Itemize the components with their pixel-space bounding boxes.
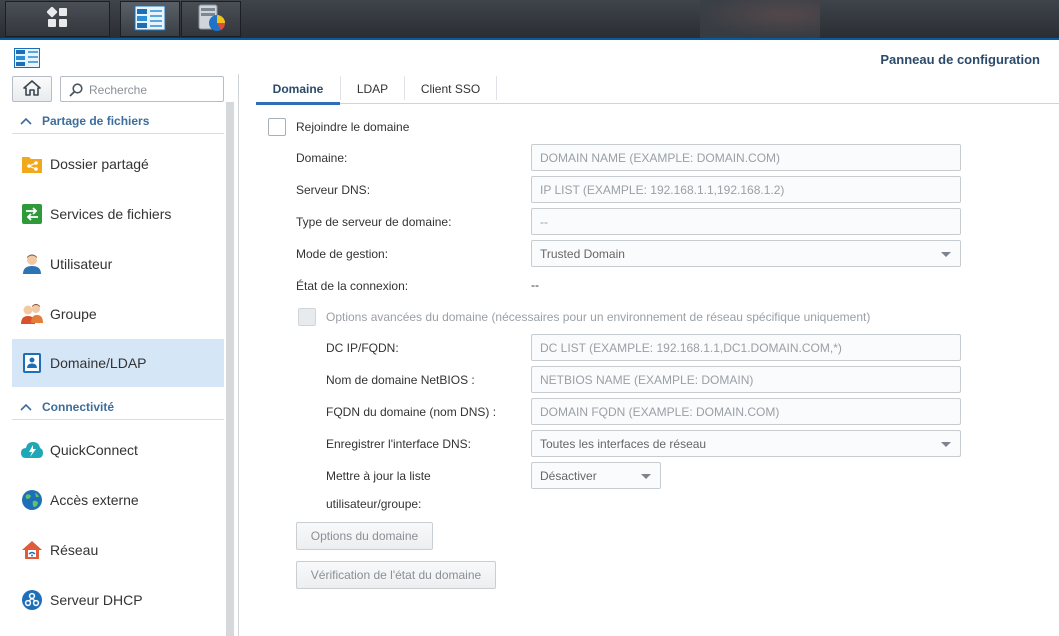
control-panel-icon	[14, 48, 40, 71]
sidebar-item-network[interactable]: Réseau	[12, 526, 224, 574]
sidebar-item-domain-ldap[interactable]: Domaine/LDAP	[12, 339, 224, 387]
search-icon	[69, 83, 83, 100]
chevron-up-icon	[20, 400, 34, 414]
join-domain-checkbox[interactable]	[268, 118, 286, 136]
update-list-label-line1: Mettre à jour la liste	[326, 469, 431, 483]
control-panel-icon	[134, 5, 166, 34]
dc-ip-input[interactable]	[532, 335, 960, 360]
tab-domaine[interactable]: Domaine	[256, 74, 340, 104]
quickconnect-icon	[20, 438, 44, 462]
management-mode-value: Trusted Domain	[540, 247, 625, 261]
home-icon	[23, 79, 41, 99]
dns-interface-label: Enregistrer l'interface DNS:	[326, 437, 472, 451]
sidebar-item-quickconnect[interactable]: QuickConnect	[12, 426, 224, 474]
group-icon	[20, 302, 44, 326]
check-domain-status-button[interactable]: Vérification de l'état du domaine	[296, 561, 496, 589]
sidebar-item-group[interactable]: Groupe	[12, 290, 224, 338]
taskbar-storage-manager-button[interactable]	[181, 1, 241, 37]
domain-server-type-label: Type de serveur de domaine:	[296, 215, 452, 229]
sidebar-item-dhcp-server[interactable]: Serveur DHCP	[12, 576, 224, 624]
connection-state-value: --	[531, 278, 539, 292]
domain-server-type-field: --	[531, 208, 961, 235]
window-title: Panneau de configuration	[880, 52, 1040, 67]
update-list-value: Désactiver	[540, 469, 597, 483]
netbios-field[interactable]	[531, 366, 961, 393]
sidebar-item-label: Utilisateur	[50, 256, 113, 272]
taskbar-control-panel-button[interactable]	[120, 1, 180, 37]
user-icon	[20, 252, 44, 276]
sidebar-scrollbar[interactable]	[226, 102, 234, 636]
netbios-input[interactable]	[532, 367, 960, 392]
network-icon	[20, 538, 44, 562]
chevron-down-icon	[941, 252, 951, 257]
category-file-sharing[interactable]: Partage de fichiers	[12, 108, 224, 134]
sidebar-item-label: Serveur DHCP	[50, 592, 143, 608]
fqdn-field[interactable]	[531, 398, 961, 425]
advanced-options-label: Options avancées du domaine (nécessaires…	[326, 310, 871, 324]
sidebar: Partage de fichiers Dossier partagé Serv…	[0, 74, 238, 636]
dns-server-field[interactable]	[531, 176, 961, 203]
chevron-down-icon	[641, 474, 651, 479]
taskbar	[0, 0, 1059, 40]
category-label: Partage de fichiers	[42, 113, 150, 128]
management-mode-label: Mode de gestion:	[296, 247, 389, 261]
external-access-icon	[20, 488, 44, 512]
sidebar-item-label: QuickConnect	[50, 442, 138, 458]
category-connectivity[interactable]: Connectivité	[12, 394, 224, 420]
dns-interface-value: Toutes les interfaces de réseau	[540, 437, 707, 451]
tab-separator	[496, 76, 497, 100]
category-label: Connectivité	[42, 399, 115, 414]
tab-client-sso[interactable]: Client SSO	[405, 74, 496, 104]
domain-server-type-value: --	[540, 215, 548, 229]
main-menu-button[interactable]	[5, 1, 110, 37]
connection-state-label: État de la connexion:	[296, 279, 409, 293]
fqdn-label: FQDN du domaine (nom DNS) :	[326, 405, 497, 419]
sidebar-item-label: Domaine/LDAP	[50, 355, 147, 371]
update-list-select[interactable]: Désactiver	[531, 462, 661, 489]
domain-field[interactable]	[531, 144, 961, 171]
advanced-options-checkbox[interactable]	[298, 308, 316, 326]
sidebar-item-label: Accès externe	[50, 492, 139, 508]
chevron-up-icon	[20, 114, 34, 128]
dns-server-label: Serveur DNS:	[296, 183, 371, 197]
search-input[interactable]	[89, 81, 217, 99]
home-button[interactable]	[12, 76, 52, 102]
sidebar-item-external-access[interactable]: Accès externe	[12, 476, 224, 524]
dns-server-input[interactable]	[532, 177, 960, 202]
sidebar-divider	[238, 74, 239, 636]
sidebar-item-shared-folder[interactable]: Dossier partagé	[12, 140, 224, 188]
window-header: Panneau de configuration	[0, 42, 1059, 74]
dc-ip-field[interactable]	[531, 334, 961, 361]
storage-manager-icon	[195, 3, 227, 36]
domain-input[interactable]	[532, 145, 960, 170]
management-mode-select[interactable]: Trusted Domain	[531, 240, 961, 267]
fqdn-input[interactable]	[532, 399, 960, 424]
domain-options-button[interactable]: Options du domaine	[296, 522, 433, 550]
sidebar-item-label: Groupe	[50, 306, 97, 322]
sidebar-item-user[interactable]: Utilisateur	[12, 240, 224, 288]
domain-label: Domaine:	[296, 151, 348, 165]
file-services-icon	[20, 202, 44, 226]
dhcp-server-icon	[20, 588, 44, 612]
update-list-label-line2: utilisateur/groupe:	[326, 497, 422, 511]
sidebar-item-label: Dossier partagé	[50, 156, 149, 172]
sidebar-item-label: Services de fichiers	[50, 206, 172, 222]
tab-bar: Domaine LDAP Client SSO	[256, 74, 1059, 105]
domain-ldap-icon	[20, 351, 44, 375]
search-field[interactable]	[60, 76, 224, 102]
join-domain-label: Rejoindre le domaine	[296, 120, 410, 134]
sidebar-item-file-services[interactable]: Services de fichiers	[12, 190, 224, 238]
dns-interface-select[interactable]: Toutes les interfaces de réseau	[531, 430, 961, 457]
wallpaper-fragment	[700, 0, 820, 38]
active-tab-indicator	[256, 102, 340, 105]
sidebar-item-label: Réseau	[50, 542, 99, 558]
main-menu-grid-icon	[46, 6, 69, 32]
dc-ip-label: DC IP/FQDN:	[326, 341, 399, 355]
tab-ldap[interactable]: LDAP	[341, 74, 404, 104]
shared-folder-icon	[20, 152, 44, 176]
chevron-down-icon	[941, 442, 951, 447]
netbios-label: Nom de domaine NetBIOS :	[326, 373, 475, 387]
